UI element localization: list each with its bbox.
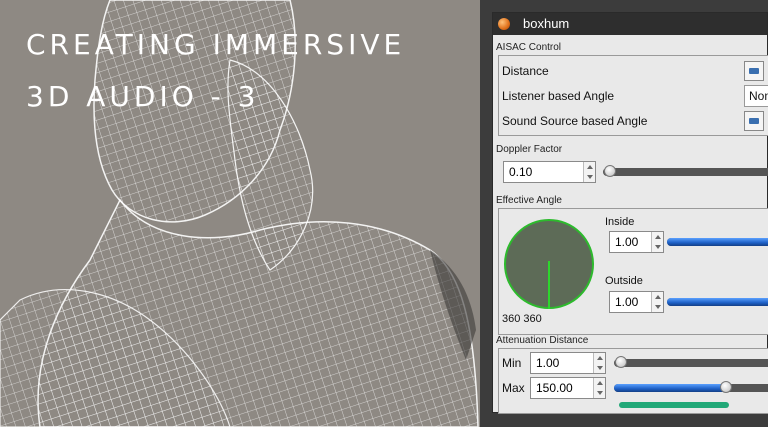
inside-value: 1.00	[615, 235, 639, 249]
stepper-arrows-icon[interactable]	[583, 162, 595, 182]
doppler-section-label: Doppler Factor	[496, 144, 563, 155]
hero-title-line1: CREATING IMMERSIVE	[26, 28, 406, 61]
attenuation-group: Min 1.00 Max 150.00	[498, 348, 768, 414]
doppler-factor-slider[interactable]	[603, 165, 768, 177]
inside-slider[interactable]	[667, 238, 768, 246]
panel-header: boxhum	[493, 13, 767, 35]
max-distance-slider[interactable]	[614, 381, 768, 393]
angle-section-label: Effective Angle	[496, 195, 562, 206]
angle-needle	[548, 261, 550, 309]
max-slider-fill	[614, 384, 726, 392]
distance-range-bar	[619, 402, 729, 408]
angle-group: 360 360 Inside 1.00 Outside 1.00	[498, 208, 768, 335]
hero-title-line2: 3D AUDIO - 3	[26, 80, 260, 113]
min-distance-value: 1.00	[536, 356, 560, 370]
source-angle-label: Sound Source based Angle	[502, 114, 648, 128]
min-distance-slider[interactable]	[614, 356, 768, 368]
attenuation-section-label: Attenuation Distance	[496, 335, 589, 346]
outside-label: Outside	[605, 275, 643, 287]
inside-stepper[interactable]: 1.00	[609, 231, 664, 253]
outside-value: 1.00	[615, 295, 639, 309]
panel-title: boxhum	[523, 16, 570, 31]
inside-label: Inside	[605, 216, 635, 228]
outside-stepper[interactable]: 1.00	[609, 291, 664, 313]
distance-aisac-button[interactable]	[744, 61, 764, 81]
min-label: Min	[502, 356, 522, 370]
outside-slider-fill	[667, 298, 768, 306]
stepper-arrows-icon[interactable]	[593, 378, 605, 398]
max-distance-value: 150.00	[536, 381, 573, 395]
outside-slider[interactable]	[667, 298, 768, 306]
distance-label: Distance	[502, 64, 549, 78]
min-slider-knob[interactable]	[615, 356, 627, 368]
doppler-factor-stepper[interactable]: 0.10	[503, 161, 596, 183]
cue-orb-icon	[498, 18, 510, 30]
listener-angle-label: Listener based Angle	[502, 89, 615, 103]
inside-slider-fill	[667, 238, 768, 246]
listener-angle-select[interactable]: Non	[744, 85, 768, 107]
aisac-group: Distance Listener based Angle Non Sound …	[498, 55, 768, 136]
aisac-section-label: AISAC Control	[496, 42, 562, 53]
source-angle-aisac-button[interactable]	[744, 111, 764, 131]
max-distance-stepper[interactable]: 150.00	[530, 377, 606, 399]
doppler-factor-value: 0.10	[509, 165, 533, 179]
stepper-arrows-icon[interactable]	[651, 232, 663, 252]
doppler-slider-knob[interactable]	[604, 165, 616, 177]
max-slider-knob[interactable]	[720, 381, 732, 393]
stepper-arrows-icon[interactable]	[593, 353, 605, 373]
wireframe-figure	[0, 0, 479, 427]
stepper-arrows-icon[interactable]	[651, 292, 663, 312]
hero-image: CREATING IMMERSIVE 3D AUDIO - 3	[0, 0, 480, 427]
panel-body: boxhum AISAC Control Distance Listener b…	[492, 12, 768, 414]
min-distance-stepper[interactable]: 1.00	[530, 352, 606, 374]
angle-readout: 360 360	[502, 313, 542, 325]
max-label: Max	[502, 381, 525, 395]
properties-panel: boxhum AISAC Control Distance Listener b…	[480, 0, 768, 427]
